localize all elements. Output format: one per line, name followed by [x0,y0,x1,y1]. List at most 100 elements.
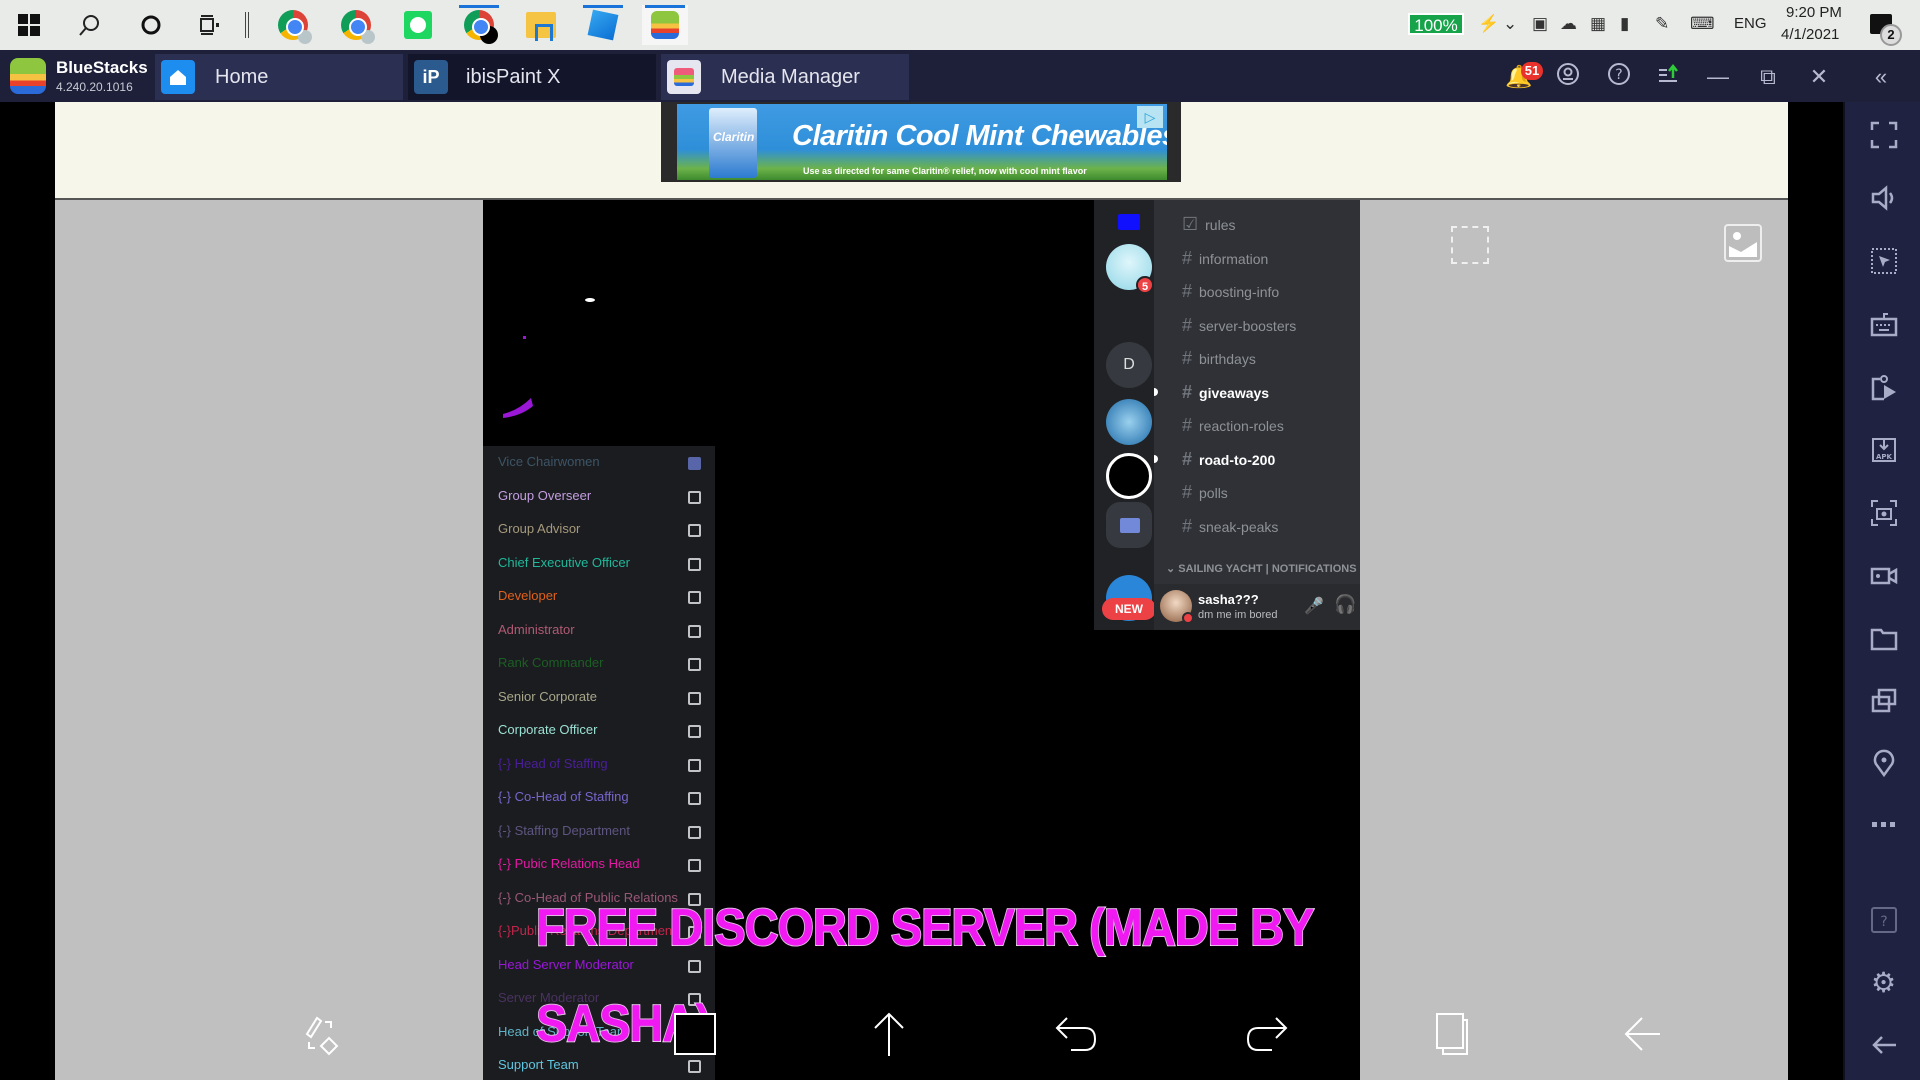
battery-icon[interactable]: ▮ [1620,14,1629,34]
headphones-icon[interactable]: 🎧 [1334,594,1356,615]
screenshot-icon[interactable] [1845,490,1920,536]
role-item: Senior Corporate [498,689,597,713]
undo-icon[interactable] [1049,1006,1105,1062]
tab-label: Media Manager [721,65,860,88]
restore-icon[interactable]: ⧉ [1753,62,1783,92]
role-item: Group Advisor [498,521,580,545]
custom-status: dm me im bored [1198,609,1278,621]
media-folder-icon[interactable] [1845,616,1920,662]
touch-keyboard-icon[interactable]: ⌨ [1690,14,1715,34]
help-icon[interactable]: ? [1604,62,1634,92]
close-icon[interactable]: ✕ [1804,62,1834,92]
channel-name: boosting-info [1199,284,1280,300]
cortana-icon[interactable] [128,5,174,45]
server-folder[interactable] [1106,502,1152,548]
location-icon[interactable] [1845,740,1920,786]
minimize-icon[interactable]: — [1703,62,1733,92]
app-name: BlueStacks [56,58,148,77]
channel-item[interactable]: # road-to-200 [1154,449,1275,470]
channel-item[interactable]: # boosting-info [1182,281,1279,302]
reference-image-icon[interactable] [1724,224,1762,262]
fullscreen-icon[interactable] [1845,112,1920,158]
channel-item[interactable]: # birthdays [1182,348,1256,369]
role-item: Support Team [498,1057,579,1080]
back-arrow-icon[interactable] [1614,1006,1670,1062]
help-icon[interactable]: ? [1845,897,1920,943]
server-icon-plane[interactable] [1106,399,1152,445]
onedrive-icon[interactable]: ☁ [1560,14,1577,34]
tab-home[interactable]: Home [155,54,403,100]
spotify-icon[interactable] [395,5,441,45]
ad-choices-icon[interactable]: ▷ [1137,106,1163,128]
text-channel-icon: # [1182,348,1193,368]
task-view-icon[interactable] [186,5,232,45]
channel-name: rules [1205,217,1236,233]
tray-overflow-chevron-icon[interactable]: ⌄ [1503,14,1517,34]
role-checkbox [688,490,701,504]
chrome-icon[interactable] [456,5,502,45]
multi-instance-icon[interactable] [1845,678,1920,724]
server-icon-letter[interactable]: D [1106,342,1152,388]
ad-image[interactable]: Claritin Claritin Cool Mint Chewables Us… [677,104,1167,180]
search-icon[interactable] [66,5,112,45]
clock-time[interactable]: 9:20 PM [1786,4,1842,21]
channel-category[interactable]: ⌄ SAILING YACHT | NOTIFICATIONS [1166,562,1357,575]
transform-tool-icon[interactable] [295,1006,351,1062]
channel-item[interactable]: # information [1182,248,1268,269]
channel-name: polls [1199,485,1228,501]
redo-icon[interactable] [1238,1006,1294,1062]
install-apk-icon[interactable]: APK [1845,427,1920,473]
role-label: {-} Co-Head of Staffing [498,789,629,804]
volume-icon[interactable] [1845,175,1920,221]
ad-banner[interactable]: Claritin Claritin Cool Mint Chewables Us… [661,102,1181,182]
channel-item[interactable]: # polls [1182,482,1228,503]
mention-badge: 5 [1136,276,1154,294]
channel-item[interactable]: # giveaways [1154,382,1269,403]
language-indicator[interactable]: ENG [1734,15,1767,32]
roblox-icon[interactable] [580,5,626,45]
tab-media-manager[interactable]: Media Manager [661,54,909,100]
macro-recorder-icon[interactable] [1845,364,1920,410]
pen-workspace-icon[interactable]: ✎ [1655,14,1669,34]
clock-date[interactable]: 4/1/2021 [1781,26,1839,43]
tab-label: ibisPaint X [466,65,561,88]
channel-item[interactable]: # server-boosters [1182,315,1296,336]
back-icon[interactable] [1845,1022,1920,1068]
role-checkbox [688,691,701,705]
microphone-icon[interactable]: 🎤 [1304,596,1324,616]
bluestacks-icon[interactable] [642,5,688,45]
chrome-profile-1-icon[interactable] [270,5,316,45]
role-item: Head Server Moderator [498,957,634,981]
export-up-icon[interactable] [861,1006,917,1062]
more-icon[interactable] [1845,801,1920,847]
settings-icon[interactable]: ⚙ [1845,959,1920,1005]
screen-record-icon[interactable] [1845,553,1920,599]
role-label: Vice Chairwomen [498,454,600,469]
taskbar-separator [245,12,249,38]
artwork-canvas[interactable]: Vice Chairwomen Group Overseer Group Advis… [483,200,1360,1080]
tab-ibispaint[interactable]: iP ibisPaint X [408,54,656,100]
file-explorer-icon[interactable] [518,5,564,45]
collapse-sidebar-icon[interactable]: « [1866,62,1896,92]
role-checkbox [688,457,701,470]
windows-start-icon[interactable] [6,5,52,45]
sync-app-icon[interactable]: ▦ [1590,14,1606,34]
layers-icon[interactable] [1425,1006,1481,1062]
keyboard-controls-icon[interactable] [1845,301,1920,347]
bluestacks-logo-icon [10,58,46,94]
role-item: {-} Pubic Relations Head [498,856,640,880]
selection-tool-icon[interactable] [1451,226,1489,264]
meet-now-icon[interactable]: ▣ [1532,14,1548,34]
stroke-mark [585,298,595,302]
pointer-lock-icon[interactable] [1845,238,1920,284]
color-swatch-icon[interactable] [667,1006,723,1062]
role-label: {-} Staffing Department [498,822,631,838]
channel-item[interactable]: # sneak-peaks [1182,516,1278,537]
update-icon[interactable] [1654,62,1684,92]
power-plug-icon: ⚡ [1478,14,1500,33]
channel-item[interactable]: ☑ rules [1182,214,1236,235]
server-icon-dark[interactable] [1106,453,1152,499]
chrome-profile-2-icon[interactable] [333,5,379,45]
account-icon[interactable] [1553,62,1583,92]
channel-item[interactable]: # reaction-roles [1182,415,1284,436]
